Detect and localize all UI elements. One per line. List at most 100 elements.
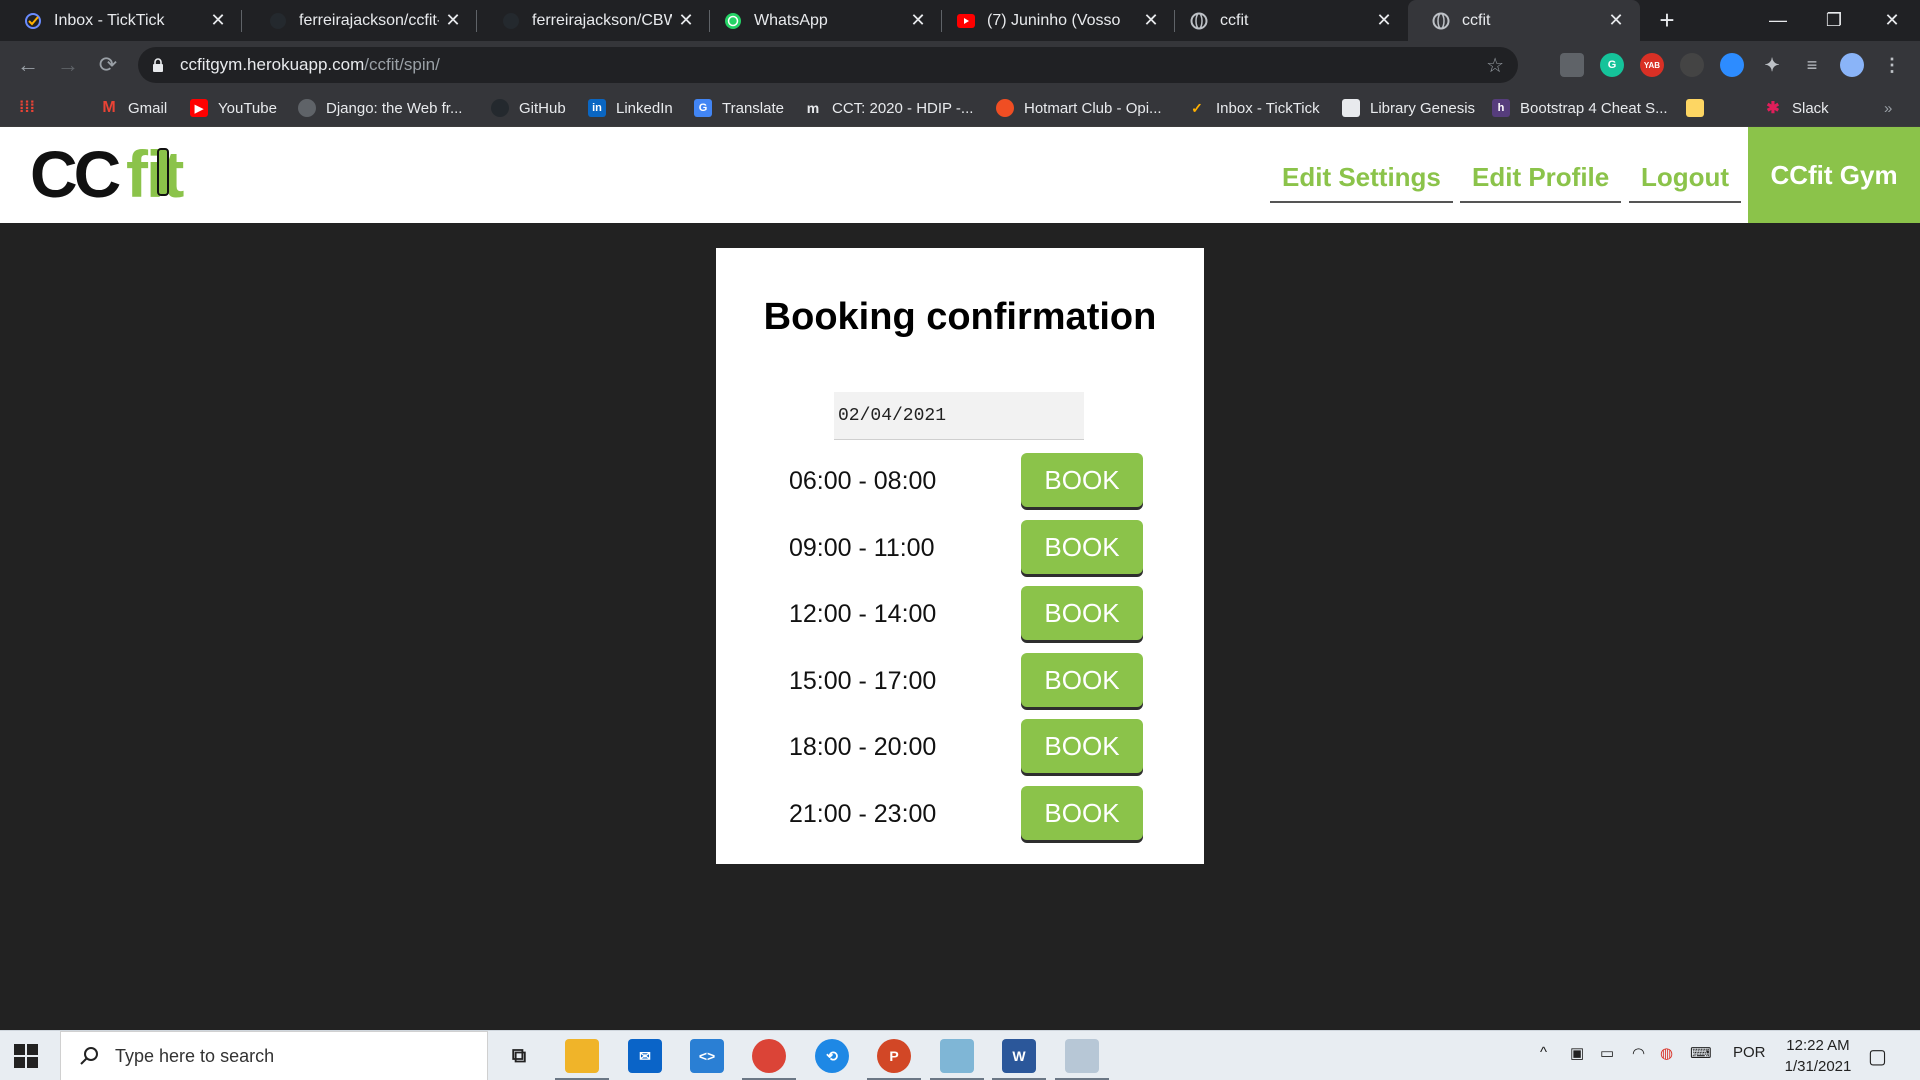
chrome-icon[interactable] bbox=[742, 1039, 796, 1080]
windows-start-icon[interactable] bbox=[14, 1044, 38, 1068]
book-button[interactable]: BOOK bbox=[1021, 586, 1143, 640]
booking-card: Booking confirmation 06:00 - 08:00 BOOK … bbox=[716, 248, 1204, 864]
powerpoint-icon[interactable]: P bbox=[867, 1039, 921, 1080]
browser-tab[interactable]: ccfit ✕ bbox=[1166, 0, 1408, 41]
grammarly-icon[interactable]: G bbox=[1600, 53, 1624, 77]
logout-link[interactable]: Logout bbox=[1629, 157, 1742, 203]
forward-arrow-icon[interactable]: → bbox=[54, 51, 82, 79]
close-tab-icon[interactable]: ✕ bbox=[904, 10, 932, 31]
bookmark-item[interactable]: Library Genesis bbox=[1342, 97, 1475, 119]
bookmark-item[interactable]: ▶ YouTube bbox=[190, 97, 277, 119]
linkedin-icon: in bbox=[588, 99, 606, 117]
language-indicator[interactable]: POR bbox=[1733, 1044, 1766, 1061]
time-slot-label: 12:00 - 14:00 bbox=[789, 600, 937, 628]
bookmark-label: Library Genesis bbox=[1370, 99, 1476, 117]
notification-icon[interactable]: ▢ bbox=[1868, 1044, 1887, 1069]
close-tab-icon[interactable]: ✕ bbox=[204, 10, 232, 31]
avatar[interactable] bbox=[1840, 53, 1864, 77]
browser-tab-active[interactable]: ccfit ✕ bbox=[1408, 0, 1640, 41]
bookmark-item[interactable]: ✓ Inbox - TickTick bbox=[1188, 97, 1320, 119]
meet-now-icon[interactable]: ▣ bbox=[1570, 1044, 1584, 1062]
new-tab-button[interactable]: + bbox=[1652, 6, 1682, 36]
puzzle-icon[interactable]: ✦ bbox=[1760, 53, 1784, 77]
edit-profile-link[interactable]: Edit Profile bbox=[1460, 157, 1622, 203]
github-icon bbox=[491, 99, 509, 117]
bookmark-item[interactable]: h Bootstrap 4 Cheat S... bbox=[1492, 97, 1668, 119]
notes-icon[interactable] bbox=[930, 1039, 984, 1080]
book-button[interactable]: BOOK bbox=[1021, 786, 1143, 840]
mail-icon[interactable]: ✉ bbox=[628, 1039, 662, 1073]
file-explorer-icon[interactable] bbox=[555, 1039, 609, 1080]
bookmark-folder[interactable] bbox=[1686, 97, 1714, 119]
address-bar[interactable]: ccfitgym.herokuapp.com/ccfit/spin/ ☆ bbox=[138, 47, 1518, 83]
save-icon[interactable] bbox=[1560, 53, 1584, 77]
browser-tab[interactable]: ferreirajackson/CBWA- ✕ bbox=[478, 0, 710, 41]
date-field[interactable] bbox=[834, 392, 1084, 440]
bookmark-label: Bootstrap 4 Cheat S... bbox=[1520, 99, 1668, 117]
bookmarks-bar: ⁞⁞⁞ M Gmail ▶ YouTube Django: the Web fr..… bbox=[0, 89, 1920, 127]
wifi-icon[interactable]: ◠ bbox=[1632, 1044, 1645, 1062]
system-clock[interactable]: 12:22 AM 1/31/2021 bbox=[1770, 1035, 1866, 1077]
task-view-icon[interactable]: ⧉ bbox=[502, 1039, 536, 1073]
url-host: ccfitgym.herokuapp.com bbox=[180, 55, 365, 74]
reading-list-icon[interactable]: ≡ bbox=[1800, 53, 1824, 77]
bookmark-item[interactable]: m CCT: 2020 - HDIP -... bbox=[804, 97, 974, 119]
ccfit-logo[interactable]: CC fit bbox=[30, 137, 230, 211]
reload-icon[interactable]: ⟳ bbox=[94, 51, 122, 79]
volume-muted-icon[interactable]: ◍ bbox=[1660, 1044, 1673, 1062]
gym-brand-button[interactable]: CCfit Gym bbox=[1748, 127, 1920, 223]
minimize-icon[interactable]: — bbox=[1750, 0, 1806, 41]
book-button[interactable]: BOOK bbox=[1021, 520, 1143, 574]
book-button[interactable]: BOOK bbox=[1021, 653, 1143, 707]
github-icon bbox=[502, 12, 520, 30]
book-button[interactable]: BOOK bbox=[1021, 719, 1143, 773]
edit-settings-link[interactable]: Edit Settings bbox=[1270, 157, 1453, 203]
bookmark-item[interactable]: ✱ Slack bbox=[1764, 97, 1828, 119]
browser-tab[interactable]: (7) Juninho (Vosso ✕ bbox=[933, 0, 1175, 41]
bookmark-star-icon[interactable]: ☆ bbox=[1486, 53, 1504, 78]
time-slot-row: 18:00 - 20:00 BOOK bbox=[716, 719, 1204, 775]
menu-kebab-icon[interactable]: ⋮ bbox=[1880, 53, 1904, 77]
close-tab-icon[interactable]: ✕ bbox=[1370, 10, 1398, 31]
vscode-icon[interactable]: <> bbox=[690, 1039, 724, 1073]
bookmark-item[interactable]: M Gmail bbox=[100, 97, 167, 119]
zoom-icon[interactable] bbox=[1720, 53, 1744, 77]
browser-tab[interactable]: Inbox - TickTick ✕ bbox=[0, 0, 242, 41]
bookmark-item[interactable]: G Translate bbox=[694, 97, 784, 119]
restore-window-icon[interactable]: ❐ bbox=[1806, 0, 1862, 41]
yab-icon[interactable]: YAB bbox=[1640, 53, 1664, 77]
taskbar-search-box[interactable]: Type here to search bbox=[60, 1031, 488, 1080]
close-tab-icon[interactable]: ✕ bbox=[672, 10, 700, 31]
search-placeholder: Type here to search bbox=[115, 1045, 275, 1066]
tab-title: (7) Juninho (Vosso bbox=[987, 11, 1121, 29]
close-tab-icon[interactable]: ✕ bbox=[1602, 10, 1630, 31]
more-bookmarks-icon[interactable]: » bbox=[1884, 97, 1892, 119]
book-button[interactable]: BOOK bbox=[1021, 453, 1143, 507]
word-icon[interactable]: W bbox=[992, 1039, 1046, 1080]
bookmark-label: LinkedIn bbox=[616, 99, 673, 117]
moodle-icon: m bbox=[806, 100, 820, 116]
back-arrow-icon[interactable]: ← bbox=[14, 51, 42, 79]
apps-bookmark[interactable]: ⁞⁞⁞ bbox=[18, 97, 46, 119]
ticktick-icon: ✓ bbox=[1191, 99, 1203, 116]
battery-icon[interactable]: ▭ bbox=[1600, 1044, 1614, 1062]
bookmark-item[interactable]: in LinkedIn bbox=[588, 97, 673, 119]
browser-tab[interactable]: ferreirajackson/ccfit-liv ✕ bbox=[245, 0, 477, 41]
youtube-icon: ▶ bbox=[190, 99, 208, 117]
keyboard-icon[interactable]: ⌨ bbox=[1690, 1044, 1712, 1062]
bookmark-item[interactable]: GitHub bbox=[491, 97, 566, 119]
dumbbell-icon bbox=[157, 148, 169, 196]
close-tab-icon[interactable]: ✕ bbox=[1137, 10, 1165, 31]
close-window-icon[interactable]: ✕ bbox=[1864, 0, 1920, 41]
bookmark-item[interactable]: Hotmart Club - Opi... bbox=[996, 97, 1162, 119]
time-slot-row: 15:00 - 17:00 BOOK bbox=[716, 653, 1204, 709]
browser-tab[interactable]: WhatsApp ✕ bbox=[700, 0, 942, 41]
app-icon[interactable]: ⟲ bbox=[815, 1039, 849, 1073]
globe-icon bbox=[298, 99, 316, 117]
bookmark-item[interactable]: Django: the Web fr... bbox=[298, 97, 462, 119]
logo-text-green: fit bbox=[126, 143, 184, 205]
paint-icon[interactable] bbox=[1055, 1039, 1109, 1080]
show-hidden-icons[interactable]: ^ bbox=[1540, 1044, 1547, 1061]
close-tab-icon[interactable]: ✕ bbox=[439, 10, 467, 31]
extension-icon[interactable] bbox=[1680, 53, 1704, 77]
